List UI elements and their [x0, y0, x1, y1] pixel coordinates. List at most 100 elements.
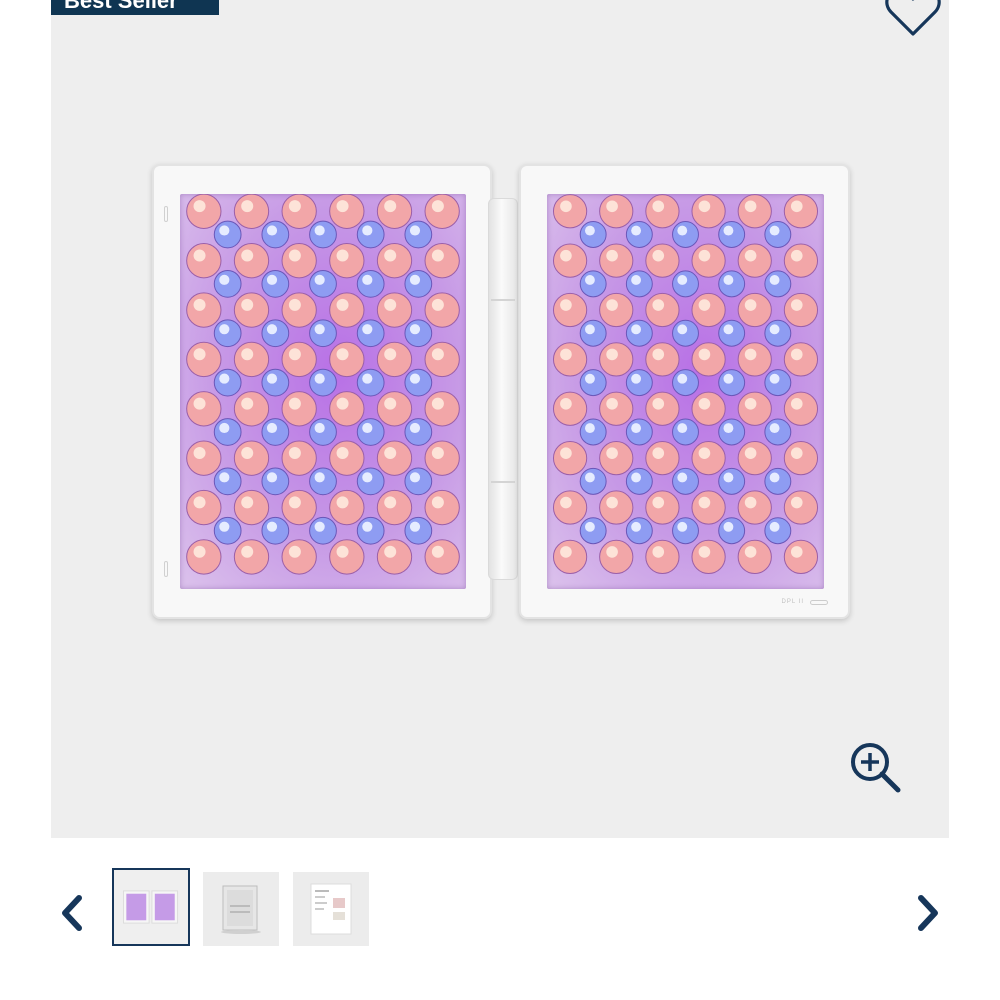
- led-highlight: [241, 447, 254, 460]
- led-red: [186, 194, 222, 229]
- led-highlight: [384, 249, 397, 262]
- led-highlight: [314, 422, 325, 434]
- led-red: [376, 242, 413, 279]
- led-blue: [764, 221, 792, 248]
- led-blue: [718, 467, 746, 495]
- led-highlight: [336, 397, 349, 410]
- led-red: [424, 242, 460, 279]
- led-blue: [309, 269, 337, 298]
- previous-image-button[interactable]: [52, 890, 92, 936]
- led-highlight: [631, 423, 642, 434]
- led-highlight: [677, 472, 688, 483]
- led-highlight: [336, 447, 349, 460]
- led-highlight: [584, 373, 595, 384]
- led-highlight: [723, 472, 734, 483]
- led-red: [424, 292, 460, 328]
- led-highlight: [409, 422, 421, 434]
- led-highlight: [314, 373, 325, 384]
- led-highlight: [193, 249, 206, 262]
- led-highlight: [744, 546, 757, 558]
- led-blue: [213, 269, 242, 298]
- led-red: [329, 539, 365, 575]
- led-highlight: [266, 422, 278, 434]
- led-red: [376, 391, 413, 427]
- led-blue: [213, 220, 242, 249]
- led-highlight: [744, 447, 757, 459]
- thumbnail-2[interactable]: [203, 872, 279, 946]
- led-highlight: [431, 298, 444, 311]
- led-highlight: [698, 447, 711, 459]
- led-highlight: [219, 225, 230, 236]
- led-highlight: [698, 249, 711, 262]
- led-red: [783, 243, 819, 278]
- led-red: [645, 243, 680, 278]
- led-blue: [625, 221, 653, 248]
- led-red: [186, 391, 222, 427]
- thumbnail-3[interactable]: [293, 872, 369, 946]
- led-blue: [356, 269, 385, 298]
- led-red: [599, 539, 634, 575]
- led-red: [329, 292, 365, 328]
- led-red: [645, 292, 680, 328]
- wishlist-button[interactable]: [881, 0, 945, 40]
- led-highlight: [584, 521, 595, 532]
- led-highlight: [409, 373, 421, 384]
- led-highlight: [790, 447, 803, 459]
- led-highlight: [560, 348, 572, 361]
- led-highlight: [631, 472, 642, 483]
- led-highlight: [744, 299, 757, 311]
- led-red: [691, 342, 726, 377]
- product-image-gallery: Best Seller DPL II: [51, 0, 949, 838]
- led-highlight: [631, 275, 642, 285]
- led-highlight: [431, 397, 444, 410]
- led-blue: [404, 319, 433, 348]
- led-highlight: [384, 447, 397, 460]
- led-highlight: [362, 274, 373, 285]
- led-blue: [261, 220, 290, 249]
- led-highlight: [314, 521, 325, 532]
- led-highlight: [193, 397, 206, 410]
- led-red: [329, 341, 365, 378]
- led-blue: [404, 516, 433, 545]
- led-highlight: [790, 496, 803, 509]
- led-highlight: [384, 200, 397, 213]
- led-highlight: [431, 200, 444, 213]
- led-highlight: [266, 373, 278, 384]
- led-blue: [672, 467, 699, 495]
- led-blue: [404, 220, 433, 249]
- led-red: [281, 391, 317, 427]
- led-red: [691, 194, 726, 229]
- led-highlight: [336, 545, 349, 558]
- led-red: [737, 441, 772, 476]
- led-highlight: [652, 397, 665, 410]
- led-blue: [356, 467, 385, 496]
- led-blue: [404, 418, 433, 446]
- led-highlight: [606, 397, 618, 410]
- led-red: [737, 292, 772, 328]
- led-highlight: [314, 472, 325, 483]
- led-red: [552, 243, 588, 278]
- led-red: [329, 391, 365, 427]
- led-highlight: [193, 545, 206, 558]
- zoom-button[interactable]: [848, 740, 902, 794]
- led-red: [737, 194, 772, 229]
- led-red: [645, 490, 680, 525]
- thumbnail-1[interactable]: [112, 868, 190, 946]
- led-blue: [356, 368, 385, 397]
- led-blue: [356, 418, 385, 446]
- led-highlight: [631, 225, 642, 236]
- led-highlight: [266, 324, 278, 335]
- led-highlight: [431, 348, 444, 361]
- led-red: [645, 391, 680, 426]
- led-highlight: [241, 348, 254, 361]
- led-red: [281, 440, 317, 476]
- led-blue: [625, 517, 653, 545]
- led-blue: [625, 369, 653, 397]
- next-image-button[interactable]: [908, 890, 948, 936]
- led-blue: [718, 221, 746, 248]
- led-highlight: [606, 348, 618, 361]
- led-highlight: [560, 249, 572, 262]
- led-red: [376, 341, 413, 378]
- led-highlight: [193, 496, 206, 509]
- zoom-in-icon: [851, 743, 901, 793]
